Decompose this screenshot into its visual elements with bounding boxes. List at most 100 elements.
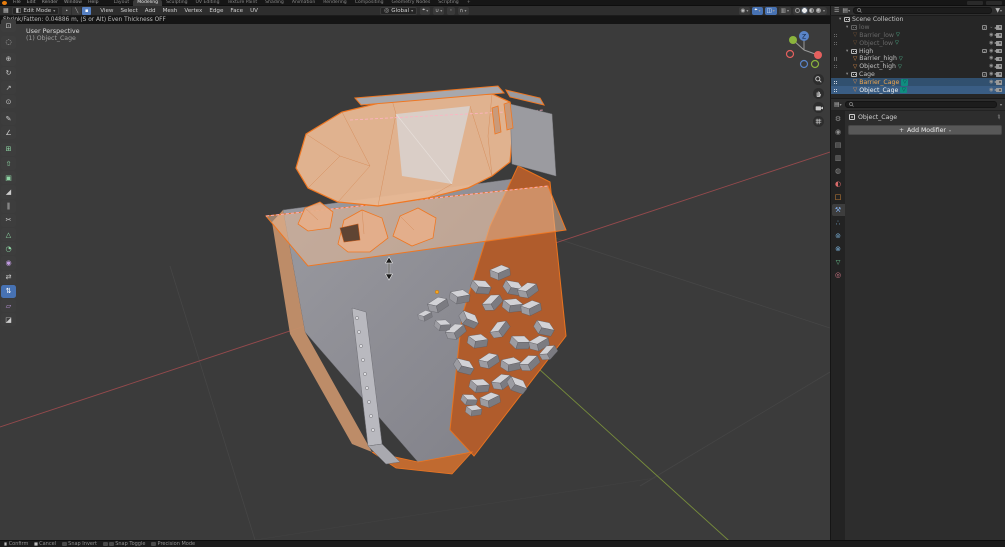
tab-animation[interactable]: Animation xyxy=(288,0,319,6)
tab-tool[interactable]: ⚙ xyxy=(832,113,845,125)
tab-physics[interactable]: ⊚ xyxy=(832,230,845,242)
menu-vertex[interactable]: Vertex xyxy=(181,8,205,14)
camera-visibility-icon[interactable] xyxy=(994,80,1002,85)
tool-add-cube[interactable]: ⊞ xyxy=(1,142,16,157)
camera-visibility-icon[interactable] xyxy=(994,72,1002,77)
camera-visibility-icon[interactable] xyxy=(994,33,1002,38)
tab-rendering[interactable]: Rendering xyxy=(319,0,350,6)
zoom-button[interactable] xyxy=(813,74,824,85)
filter-icon[interactable]: ▼▾ xyxy=(995,7,1002,14)
hide-eye-icon[interactable]: ◉ xyxy=(989,32,993,38)
orientation-dropdown[interactable]: ◎ Global ▾ xyxy=(379,6,418,15)
camera-visibility-icon[interactable] xyxy=(994,56,1002,62)
tab-object[interactable]: □ xyxy=(832,191,845,203)
pan-button[interactable] xyxy=(813,88,824,99)
gizmo-axis-z-neg[interactable] xyxy=(799,59,809,69)
exclude-checkbox[interactable]: ✓ xyxy=(982,72,987,77)
tab-compositing[interactable]: Compositing xyxy=(351,0,388,6)
menu-edge[interactable]: Edge xyxy=(206,8,226,14)
tool-inset-faces[interactable]: ▣ xyxy=(1,171,16,185)
tool-annotate[interactable]: ✎ xyxy=(1,111,16,126)
camera-visibility-icon[interactable] xyxy=(994,48,1002,54)
outliner-row-barrier-cage[interactable]: ▽ Barrier_Cage ▽ ◉ xyxy=(831,78,1005,87)
menu-window[interactable]: Window xyxy=(61,0,85,6)
menu-help[interactable]: Help xyxy=(85,0,101,6)
wireframe-shading-button[interactable] xyxy=(794,8,800,13)
tab-view-layer[interactable]: ▥ xyxy=(832,152,845,164)
tool-knife[interactable]: ✂ xyxy=(1,213,16,227)
material-preview-button[interactable] xyxy=(808,8,814,13)
menu-render[interactable]: Render xyxy=(39,0,61,6)
snap-toggle-button[interactable]: ∪ ▾ xyxy=(433,6,445,15)
show-gizmo-button[interactable]: ⌖ ▾ xyxy=(752,6,763,15)
outliner-row-barrier-high[interactable]: ▽ Barrier_high ▽ ◉ xyxy=(831,55,1005,63)
hide-eye-icon[interactable]: ◉ xyxy=(989,48,993,54)
outliner-row-object-cage[interactable]: ▽ Object_Cage ▽ ◉ xyxy=(831,86,1005,94)
camera-view-button[interactable] xyxy=(813,102,824,113)
hide-eye-icon[interactable]: ◉ xyxy=(989,79,993,85)
menu-mesh[interactable]: Mesh xyxy=(160,8,181,14)
tab-geometry-nodes[interactable]: Geometry Nodes xyxy=(388,0,435,6)
rendered-shading-button[interactable] xyxy=(815,8,821,13)
menu-file[interactable]: File xyxy=(10,0,24,6)
menu-edit[interactable]: Edit xyxy=(24,0,39,6)
hide-eye-icon[interactable]: ◉ xyxy=(989,56,993,61)
outliner-row-scene-collection[interactable]: ▾ Scene Collection xyxy=(831,16,1005,24)
mode-dropdown[interactable]: ◧ Edit Mode ▾ xyxy=(11,6,60,15)
tool-spin[interactable]: ◔ xyxy=(1,242,16,256)
falloff-dropdown[interactable]: ∩ ▾ xyxy=(457,6,469,15)
exclude-checkbox[interactable]: ✓ xyxy=(982,48,987,54)
tool-rip-region[interactable]: ◪ xyxy=(1,313,16,327)
outliner-editor-icon[interactable]: ☰ xyxy=(834,7,839,14)
view-layer-selector[interactable] xyxy=(986,0,1002,5)
edge-select-button[interactable]: ╲ xyxy=(72,6,82,15)
show-overlays-button[interactable]: ◫ ▾ xyxy=(764,6,777,15)
properties-options-dropdown[interactable]: ▾ xyxy=(1000,102,1002,107)
tab-sculpting[interactable]: Sculpting xyxy=(162,0,191,6)
xray-toggle-button[interactable]: ▥ ▾ xyxy=(778,6,791,15)
tool-loop-cut[interactable]: ∥ xyxy=(1,199,16,213)
tool-bevel[interactable]: ◢ xyxy=(1,185,16,199)
outliner-row-barrier-low[interactable]: ▽ Barrier_low ▽ ◉ xyxy=(831,32,1005,40)
outliner-row-object-high[interactable]: ▽ Object_high ▽ ◉ xyxy=(831,63,1005,71)
outliner-row-high[interactable]: ▾ High ✓ ◉ xyxy=(831,47,1005,55)
solid-shading-button[interactable] xyxy=(800,7,808,14)
tab-scripting[interactable]: Scripting xyxy=(434,0,462,6)
gizmo-axis-x[interactable] xyxy=(814,51,822,59)
gizmo-axis-x-neg[interactable] xyxy=(785,49,795,59)
tab-output[interactable]: ▤ xyxy=(832,139,845,151)
tool-measure[interactable]: ∠ xyxy=(1,126,16,140)
hide-eye-icon[interactable]: ◉ xyxy=(989,87,993,93)
shield-model[interactable] xyxy=(265,85,567,475)
tool-shrink-fatten[interactable]: ⇅ xyxy=(1,284,16,298)
exclude-checkbox[interactable]: ✓ xyxy=(982,25,987,30)
editor-type-icon[interactable]: ▦ xyxy=(3,7,9,14)
tab-modifiers[interactable]: ⚒ xyxy=(831,204,845,216)
blender-logo-icon[interactable] xyxy=(2,0,7,5)
properties-search-input[interactable] xyxy=(844,101,997,108)
tool-scale[interactable]: ↗ xyxy=(1,80,16,95)
menu-view[interactable]: View xyxy=(97,8,116,14)
add-modifier-button[interactable]: + Add Modifier ▾ xyxy=(848,125,1002,135)
tool-edge-slide[interactable]: ⇄ xyxy=(1,270,16,284)
menu-add[interactable]: Add xyxy=(142,8,159,14)
pin-icon[interactable]: ✎ xyxy=(994,113,1002,122)
tab-texture-paint[interactable]: Texture Paint xyxy=(224,0,262,6)
outliner-row-low[interactable]: ▾ low ✓ ⌄ xyxy=(831,24,1005,32)
tab-scene[interactable]: ◍ xyxy=(832,165,845,177)
menu-uv[interactable]: UV xyxy=(247,8,261,14)
tool-rotate[interactable]: ↻ xyxy=(1,66,16,80)
menu-face[interactable]: Face xyxy=(227,8,246,14)
scene-selector[interactable] xyxy=(967,0,983,5)
tool-shear[interactable]: ▱ xyxy=(1,298,16,313)
tab-world[interactable]: ◐ xyxy=(832,178,845,190)
toggle-perspective-button[interactable] xyxy=(813,116,824,127)
camera-visibility-icon[interactable] xyxy=(994,41,1002,46)
tab-particles[interactable]: ∴ xyxy=(832,217,845,229)
tab-constraints[interactable]: ⊗ xyxy=(832,243,845,255)
tab-object-data[interactable]: ▽ xyxy=(832,256,845,268)
hide-eye-icon[interactable]: ⌄ xyxy=(989,25,993,30)
tool-move[interactable]: ⊕ xyxy=(1,52,16,66)
tab-material[interactable]: ◎ xyxy=(832,269,845,281)
proportional-editing-button[interactable]: ◦ xyxy=(447,6,455,15)
